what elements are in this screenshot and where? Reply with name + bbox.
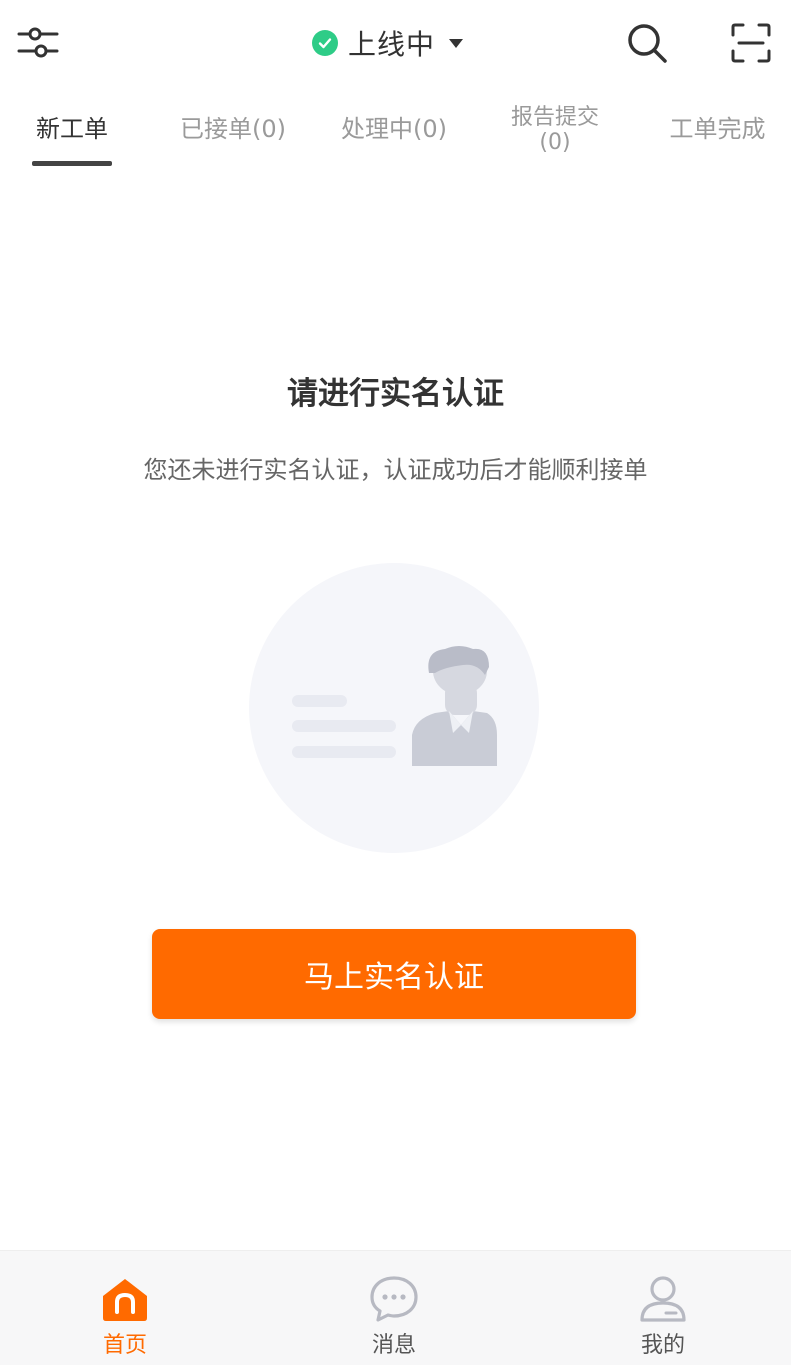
home-icon: [100, 1275, 150, 1323]
filter-button[interactable]: [14, 20, 62, 64]
caret-down-icon: [449, 38, 464, 48]
check-circle-icon: [312, 30, 338, 56]
tab-report-submitted[interactable]: 报告提交 (0): [500, 90, 610, 170]
top-bar: 上线中: [0, 0, 791, 86]
tab-accepted[interactable]: 已接单(0): [165, 90, 301, 170]
app-screen: 上线中 新工单 已接单(0) 处理中(0) 报告提交 (0) 工单完成 请进行实…: [0, 0, 791, 1365]
message-icon: [369, 1275, 419, 1323]
id-card-person-illustration: [249, 563, 539, 853]
tab-label: 新工单: [36, 115, 108, 144]
scan-button[interactable]: [726, 18, 776, 68]
order-tabs: 新工单 已接单(0) 处理中(0) 报告提交 (0) 工单完成: [0, 90, 791, 170]
bottom-nav: 首页 消息 我的: [0, 1250, 791, 1365]
tab-label-line2: (0): [539, 130, 571, 155]
search-button[interactable]: [622, 18, 672, 68]
user-icon: [638, 1275, 688, 1323]
tab-new-orders[interactable]: 新工单: [20, 90, 124, 170]
tab-processing[interactable]: 处理中(0): [326, 90, 462, 170]
page-title: 请进行实名认证: [287, 376, 504, 412]
tab-label: 已接单(0): [180, 115, 286, 144]
tab-label: 处理中(0): [341, 115, 447, 144]
page-description: 您还未进行实名认证，认证成功后才能顺利接单: [143, 456, 648, 484]
tab-label: 工单完成: [669, 115, 766, 144]
tab-completed[interactable]: 工单完成: [655, 90, 780, 170]
nav-item-profile[interactable]: 我的: [603, 1275, 723, 1359]
online-status-dropdown[interactable]: 上线中: [312, 22, 464, 64]
search-icon: [628, 24, 667, 63]
nav-item-messages[interactable]: 消息: [334, 1275, 454, 1359]
tab-label-line1: 报告提交: [510, 104, 599, 130]
nav-label: 消息: [371, 1333, 416, 1358]
active-tab-indicator: [32, 161, 112, 166]
filter-sliders-icon: [17, 27, 59, 58]
nav-label: 我的: [640, 1333, 685, 1358]
nav-item-home[interactable]: 首页: [65, 1275, 185, 1359]
verify-identity-button[interactable]: 马上实名认证: [152, 929, 636, 1019]
nav-label: 首页: [102, 1333, 147, 1358]
status-label: 上线中: [348, 28, 436, 61]
scan-icon: [731, 23, 771, 63]
